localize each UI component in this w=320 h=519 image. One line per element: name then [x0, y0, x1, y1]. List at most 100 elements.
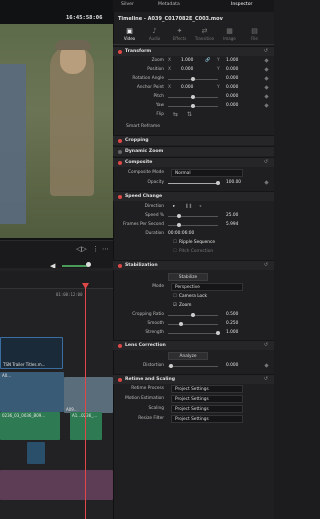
flip-vertical-icon[interactable]: ⇅: [187, 111, 192, 118]
loop-icon[interactable]: ◁▷: [76, 245, 87, 253]
tab-image[interactable]: ▦ Image: [217, 27, 242, 41]
keyframe-icon[interactable]: [264, 94, 269, 99]
audio-clip-c[interactable]: [27, 442, 45, 464]
camera-lock-checkbox[interactable]: ☐: [173, 294, 177, 299]
tab-file[interactable]: ▤ File: [242, 27, 267, 41]
strength-knob[interactable]: [216, 331, 220, 335]
enable-dot[interactable]: [118, 195, 122, 199]
timeline-ruler[interactable]: [0, 271, 113, 289]
composite-mode-select[interactable]: Normal: [171, 169, 243, 177]
strength-slider[interactable]: [168, 333, 218, 334]
reset-icon[interactable]: ↺: [264, 342, 268, 348]
pitch-knob[interactable]: [191, 95, 195, 99]
smart-reframe-header[interactable]: Smart Reframe: [126, 124, 160, 129]
distortion-knob[interactable]: [169, 364, 173, 368]
enable-dot[interactable]: [118, 161, 122, 165]
stabilize-button[interactable]: Stabilize: [168, 273, 208, 281]
distortion-field[interactable]: 0.000: [226, 363, 238, 368]
cropping-ratio-knob[interactable]: [191, 313, 195, 317]
pitch-correction-checkbox[interactable]: ☐: [173, 249, 177, 254]
position-x-field[interactable]: 0.000: [181, 67, 193, 72]
scaling-select[interactable]: Project Settings: [171, 405, 243, 413]
tab-inspector[interactable]: Inspector: [231, 2, 252, 7]
enable-dot[interactable]: [118, 150, 122, 154]
enable-dot[interactable]: [118, 378, 122, 382]
keyframe-icon[interactable]: [264, 180, 269, 185]
retime-process-select[interactable]: Project Settings: [171, 385, 243, 393]
speed-change-section[interactable]: Speed Change: [113, 191, 274, 201]
motion-estimation-select[interactable]: Project Settings: [171, 395, 243, 403]
opacity-field[interactable]: 100.00: [226, 180, 241, 185]
keyframe-icon[interactable]: [264, 85, 269, 90]
volume-knob[interactable]: [86, 262, 91, 267]
fps-knob[interactable]: [177, 223, 181, 227]
audio-clip-a[interactable]: 0236_03_0036_B09...: [0, 412, 60, 440]
keyframe-icon[interactable]: [264, 76, 269, 81]
keyframe-icon[interactable]: [264, 363, 269, 368]
smooth-knob[interactable]: [179, 322, 183, 326]
opacity-knob[interactable]: [216, 181, 220, 185]
enable-dot[interactable]: [118, 264, 122, 268]
flip-horizontal-icon[interactable]: ⇆: [173, 111, 178, 118]
anchor-y-field[interactable]: 0.000: [226, 85, 238, 90]
lens-correction-section[interactable]: Lens Correction ↺: [113, 340, 274, 350]
enable-dot[interactable]: [118, 139, 122, 143]
tab-effects[interactable]: ✦ Effects: [167, 27, 192, 41]
audio-clip-b[interactable]: A1...0236_...: [70, 412, 102, 440]
keyframe-icon[interactable]: [264, 67, 269, 72]
zoom-checkbox[interactable]: ☑: [173, 303, 177, 308]
cropping-section[interactable]: Cropping: [113, 135, 274, 145]
analyze-button[interactable]: Analyze: [168, 352, 208, 360]
strength-field[interactable]: 1.000: [226, 330, 238, 335]
stab-mode-select[interactable]: Perspective: [171, 283, 243, 291]
tab-metadata[interactable]: Metadata: [158, 2, 180, 7]
smooth-slider[interactable]: [168, 324, 218, 325]
video-frame[interactable]: [0, 24, 113, 238]
reset-icon[interactable]: ↺: [264, 48, 268, 54]
cropping-ratio-field[interactable]: 0.500: [226, 312, 238, 317]
forward-icon[interactable]: ▸: [173, 204, 175, 209]
tab-video[interactable]: ▣ Video: [117, 27, 142, 41]
speed-slider[interactable]: [168, 216, 218, 217]
transform-section[interactable]: Transform ↺: [113, 46, 274, 56]
pitch-field[interactable]: 0.000: [226, 94, 238, 99]
tab-transition[interactable]: ⇄ Transition: [192, 27, 217, 41]
video-clip-a[interactable]: A0...: [0, 372, 64, 412]
link-icon[interactable]: 🔗: [205, 58, 210, 63]
reset-icon[interactable]: ↺: [264, 159, 268, 165]
retime-section[interactable]: Retime and Scaling ↺: [113, 374, 274, 384]
enable-dot[interactable]: [118, 344, 122, 348]
reset-icon[interactable]: ↺: [264, 376, 268, 382]
stabilization-section[interactable]: Stabilization ↺: [113, 260, 274, 270]
yaw-knob[interactable]: [191, 104, 195, 108]
speed-field[interactable]: 25.00: [226, 213, 238, 218]
ripple-checkbox[interactable]: ☐: [173, 240, 177, 245]
zoom-y-field[interactable]: 1.000: [226, 58, 238, 63]
adjustment-clip[interactable]: [0, 470, 113, 500]
zoom-x-field[interactable]: 1.000: [181, 58, 193, 63]
rotation-knob[interactable]: [191, 77, 195, 81]
composite-section[interactable]: Composite ↺: [113, 157, 274, 167]
reset-icon[interactable]: ↺: [264, 262, 268, 268]
tab-silver[interactable]: Silver: [121, 2, 134, 7]
video-clip-b[interactable]: A09...: [64, 377, 113, 413]
rotation-field[interactable]: 0.000: [226, 76, 238, 81]
more-icon[interactable]: ⋯: [102, 245, 109, 253]
dynamic-zoom-section[interactable]: Dynamic Zoom: [113, 146, 274, 156]
reverse-icon[interactable]: ◂: [199, 204, 201, 209]
distortion-slider[interactable]: [168, 366, 218, 367]
playhead[interactable]: [85, 286, 86, 519]
speed-knob[interactable]: [177, 214, 181, 218]
fps-field[interactable]: 5.994: [226, 222, 238, 227]
fps-slider[interactable]: [168, 225, 218, 226]
resize-filter-select[interactable]: Project Settings: [171, 415, 243, 423]
enable-dot[interactable]: [118, 50, 122, 54]
tab-audio[interactable]: ♪ Audio: [142, 27, 167, 41]
keyframe-icon[interactable]: [264, 103, 269, 108]
keyframe-icon[interactable]: [264, 58, 269, 63]
yaw-field[interactable]: 0.000: [226, 103, 238, 108]
anchor-x-field[interactable]: 0.000: [181, 85, 193, 90]
freeze-icon[interactable]: ❚❚: [185, 204, 192, 209]
opacity-slider[interactable]: [168, 183, 218, 184]
position-y-field[interactable]: 0.000: [226, 67, 238, 72]
